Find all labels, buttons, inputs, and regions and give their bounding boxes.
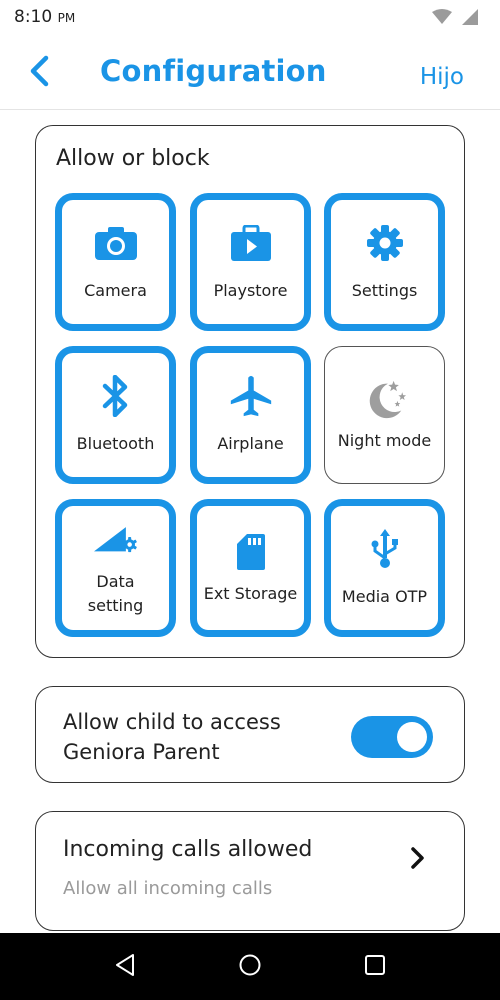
status-bar: 8:10 PM xyxy=(0,0,500,36)
tile-label: Playstore xyxy=(213,281,288,300)
tile-ext-storage[interactable]: Ext Storage xyxy=(190,499,311,637)
app-bar: Configuration Hijo xyxy=(0,36,500,110)
child-access-toggle[interactable] xyxy=(351,716,433,758)
data-setting-icon xyxy=(93,518,138,562)
playstore-icon xyxy=(229,221,273,265)
camera-icon xyxy=(94,221,138,265)
sd-card-icon xyxy=(229,530,273,574)
home-circle-icon xyxy=(238,953,262,981)
back-triangle-icon xyxy=(114,953,136,981)
allow-block-card: Allow or block Camera Playstore Settings… xyxy=(35,125,465,658)
incoming-calls-card[interactable]: Incoming calls allowed Allow all incomin… xyxy=(35,811,465,931)
wifi-icon xyxy=(432,9,452,29)
child-selector-button[interactable]: Hijo xyxy=(420,64,464,90)
recents-square-icon xyxy=(364,954,386,980)
toggle-knob xyxy=(397,722,427,752)
usb-icon xyxy=(363,527,407,571)
nav-recents-button[interactable] xyxy=(361,953,389,981)
tile-night-mode[interactable]: Night mode xyxy=(324,346,445,484)
chevron-right-icon xyxy=(408,846,428,870)
signal-icon xyxy=(462,9,478,29)
tile-playstore[interactable]: Playstore xyxy=(190,193,311,331)
allow-block-title: Allow or block xyxy=(56,146,210,171)
tile-label: Media OTP xyxy=(341,587,428,606)
system-nav-bar xyxy=(0,933,500,1000)
incoming-calls-subtitle: Allow all incoming calls xyxy=(63,878,273,899)
status-time: 8:10 PM xyxy=(14,7,75,27)
child-access-card: Allow child to access Geniora Parent xyxy=(35,686,465,783)
status-icons xyxy=(432,9,478,29)
tile-label: Airplane xyxy=(217,434,284,453)
back-button[interactable] xyxy=(22,54,56,92)
gear-icon xyxy=(363,221,407,265)
tile-camera[interactable]: Camera xyxy=(55,193,176,331)
tile-label: Bluetooth xyxy=(76,434,155,453)
tile-label: Data setting xyxy=(87,572,144,615)
tile-settings[interactable]: Settings xyxy=(324,193,445,331)
bluetooth-icon xyxy=(94,374,138,418)
tile-bluetooth[interactable]: Bluetooth xyxy=(55,346,176,484)
status-clock: 8:10 xyxy=(14,7,53,27)
page-title: Configuration xyxy=(100,54,327,88)
incoming-calls-title: Incoming calls allowed xyxy=(63,837,313,862)
tile-label: Camera xyxy=(84,281,147,300)
tile-label: Ext Storage xyxy=(203,584,298,603)
tile-label: Night mode xyxy=(337,431,432,450)
status-ampm: PM xyxy=(57,11,76,25)
tile-airplane[interactable]: Airplane xyxy=(190,346,311,484)
night-mode-icon xyxy=(363,377,407,421)
chevron-left-icon xyxy=(28,55,50,91)
child-access-label: Allow child to access Geniora Parent xyxy=(63,710,281,764)
tile-label: Settings xyxy=(351,281,418,300)
airplane-icon xyxy=(229,374,273,418)
tile-data-setting[interactable]: Data setting xyxy=(55,499,176,637)
nav-back-button[interactable] xyxy=(111,953,139,981)
tile-media-otp[interactable]: Media OTP xyxy=(324,499,445,637)
nav-home-button[interactable] xyxy=(236,953,264,981)
